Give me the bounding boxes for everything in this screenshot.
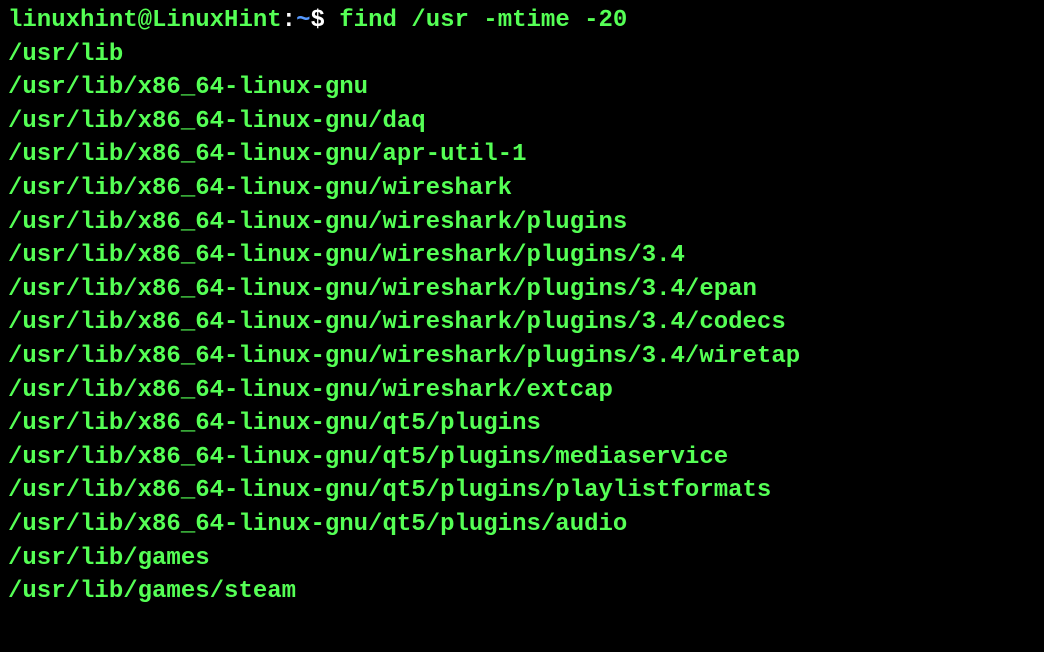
terminal-window[interactable]: linuxhint@LinuxHint:~$ find /usr -mtime … bbox=[8, 4, 1036, 609]
output-line: /usr/lib/x86_64-linux-gnu/apr-util-1 bbox=[8, 138, 1036, 172]
command-text: find /usr -mtime -20 bbox=[339, 7, 627, 34]
output-line: /usr/lib bbox=[8, 38, 1036, 72]
output-line: /usr/lib/games/steam bbox=[8, 575, 1036, 609]
output-line: /usr/lib/x86_64-linux-gnu/qt5/plugins/au… bbox=[8, 508, 1036, 542]
output-line: /usr/lib/x86_64-linux-gnu/wireshark/plug… bbox=[8, 206, 1036, 240]
prompt-colon: : bbox=[282, 7, 296, 34]
output-line: /usr/lib/x86_64-linux-gnu/wireshark/plug… bbox=[8, 306, 1036, 340]
output-line: /usr/lib/x86_64-linux-gnu/qt5/plugins/me… bbox=[8, 441, 1036, 475]
output-line: /usr/lib/games bbox=[8, 542, 1036, 576]
output-line: /usr/lib/x86_64-linux-gnu/wireshark bbox=[8, 172, 1036, 206]
prompt-user: linuxhint@LinuxHint bbox=[8, 7, 282, 34]
output-line: /usr/lib/x86_64-linux-gnu/qt5/plugins/pl… bbox=[8, 474, 1036, 508]
output-line: /usr/lib/x86_64-linux-gnu/wireshark/plug… bbox=[8, 340, 1036, 374]
command-line: linuxhint@LinuxHint:~$ find /usr -mtime … bbox=[8, 4, 1036, 38]
output-line: /usr/lib/x86_64-linux-gnu bbox=[8, 71, 1036, 105]
prompt-dollar: $ bbox=[310, 7, 339, 34]
prompt-path: ~ bbox=[296, 7, 310, 34]
output-line: /usr/lib/x86_64-linux-gnu/wireshark/plug… bbox=[8, 239, 1036, 273]
output-line: /usr/lib/x86_64-linux-gnu/wireshark/extc… bbox=[8, 374, 1036, 408]
output-line: /usr/lib/x86_64-linux-gnu/wireshark/plug… bbox=[8, 273, 1036, 307]
output-line: /usr/lib/x86_64-linux-gnu/qt5/plugins bbox=[8, 407, 1036, 441]
output-line: /usr/lib/x86_64-linux-gnu/daq bbox=[8, 105, 1036, 139]
